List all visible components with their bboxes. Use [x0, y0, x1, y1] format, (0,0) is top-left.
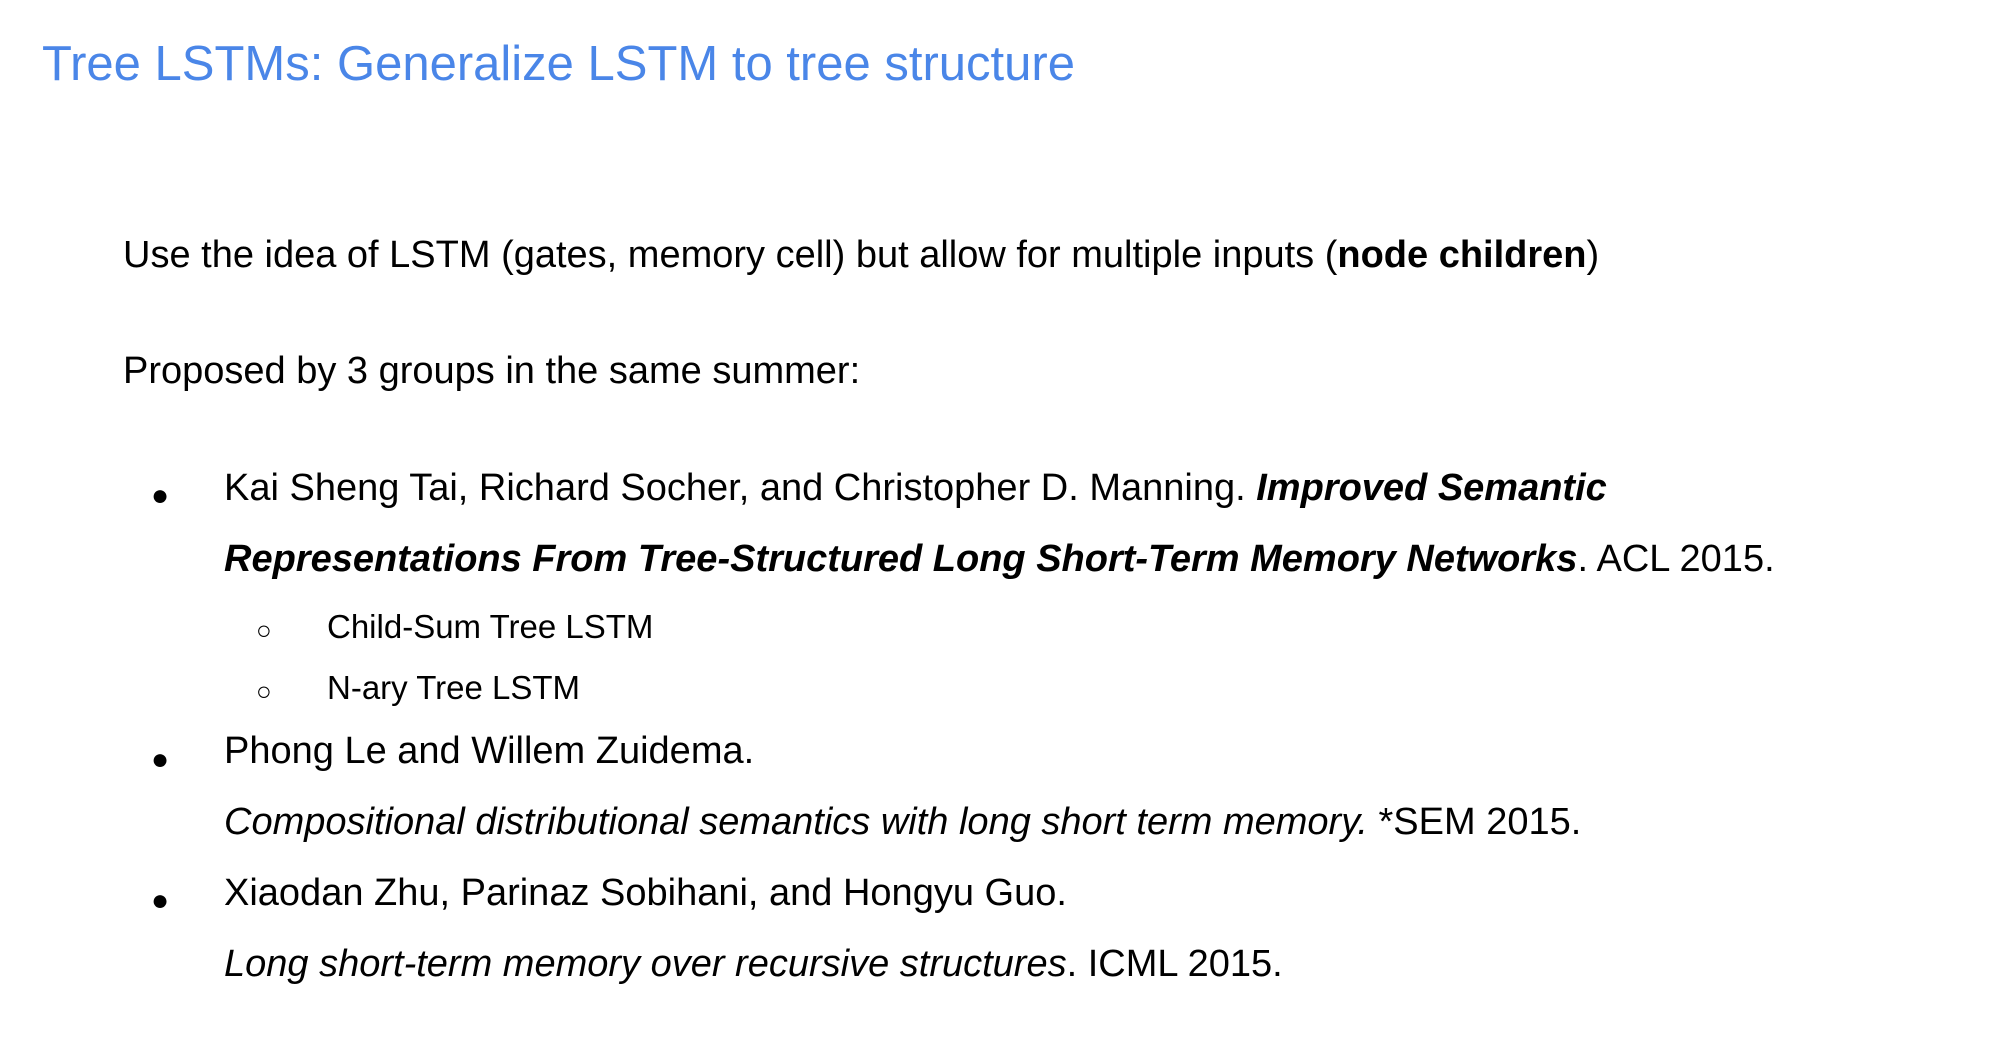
sub-bullet-icon: ○	[256, 676, 272, 706]
reference-1-authors: Kai Sheng Tai, Richard Socher, and Chris…	[224, 467, 1257, 509]
reference-3-venue: . ICML 2015.	[1066, 943, 1283, 985]
reference-1-line-1: Kai Sheng Tai, Richard Socher, and Chris…	[224, 466, 1607, 512]
reference-1-venue: . ACL 2015.	[1577, 538, 1775, 580]
reference-3-authors: Xiaodan Zhu, Parinaz Sobihani, and Hongy…	[224, 872, 1067, 914]
reference-3-line-2: Long short-term memory over recursive st…	[224, 942, 1283, 988]
sub-bullet-icon: ○	[256, 615, 272, 645]
bullet-icon: ●	[151, 743, 170, 776]
reference-1-sub-item-1: Child-Sum Tree LSTM	[327, 608, 654, 645]
intro-suffix: )	[1586, 234, 1600, 276]
intro-bold-text: node children	[1337, 234, 1587, 276]
reference-1-title-part-2: Representations From Tree-Structured Lon…	[224, 538, 1578, 580]
slide-title: Tree LSTMs: Generalize LSTM to tree stru…	[42, 37, 1075, 91]
proposed-paragraph: Proposed by 3 groups in the same summer:	[123, 350, 861, 392]
bullet-icon: ●	[151, 479, 170, 512]
reference-1-line-2: Representations From Tree-Structured Lon…	[224, 537, 1775, 583]
reference-1-title-part-1: Improved Semantic	[1256, 467, 1607, 509]
reference-2-title: Compositional distributional semantics w…	[224, 801, 1368, 843]
reference-2-line-2: Compositional distributional semantics w…	[224, 800, 1581, 846]
reference-2-venue: *SEM 2015.	[1367, 801, 1582, 843]
intro-text: Use the idea of LSTM (gates, memory cell…	[123, 234, 1338, 276]
bullet-icon: ●	[151, 884, 170, 917]
intro-paragraph: Use the idea of LSTM (gates, memory cell…	[123, 233, 1599, 279]
reference-3-title: Long short-term memory over recursive st…	[224, 943, 1067, 985]
reference-1-sub-item-2: N-ary Tree LSTM	[327, 669, 581, 706]
reference-2-authors: Phong Le and Willem Zuidema.	[224, 730, 755, 772]
